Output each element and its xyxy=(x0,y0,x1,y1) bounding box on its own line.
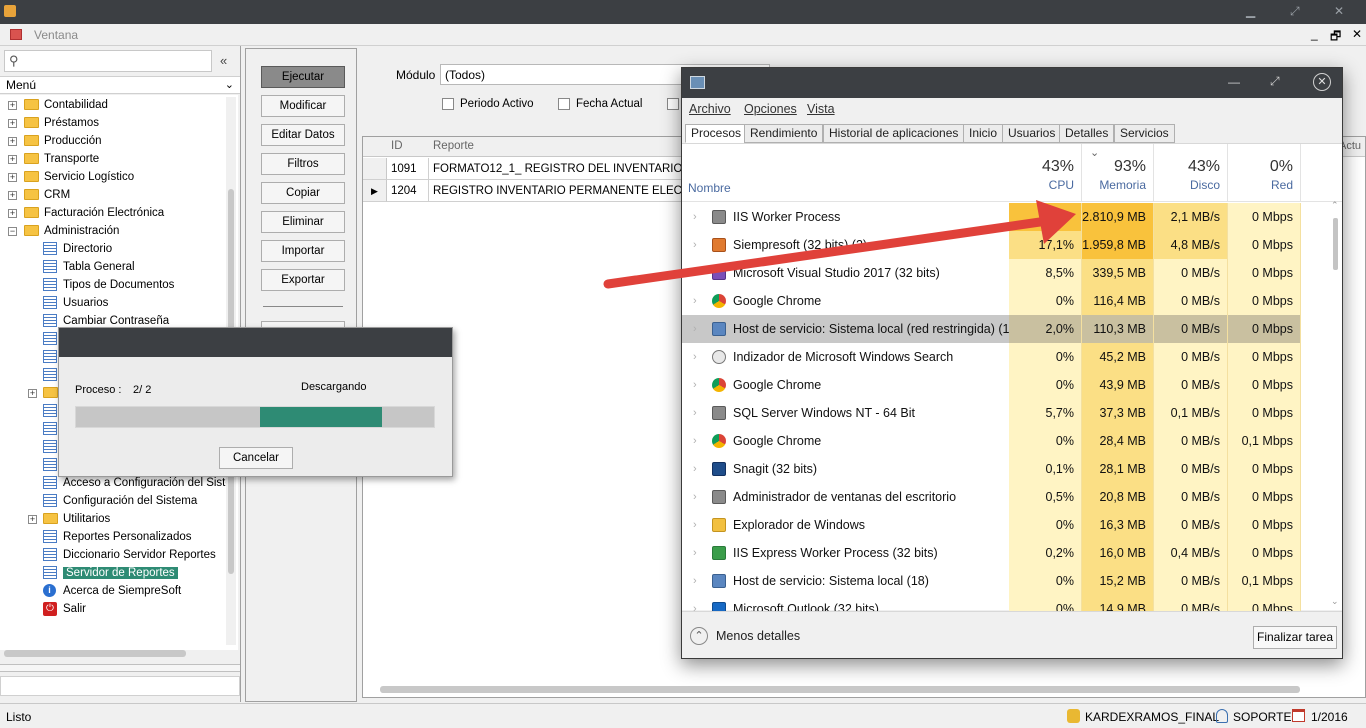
annotation-arrow xyxy=(603,200,1076,289)
